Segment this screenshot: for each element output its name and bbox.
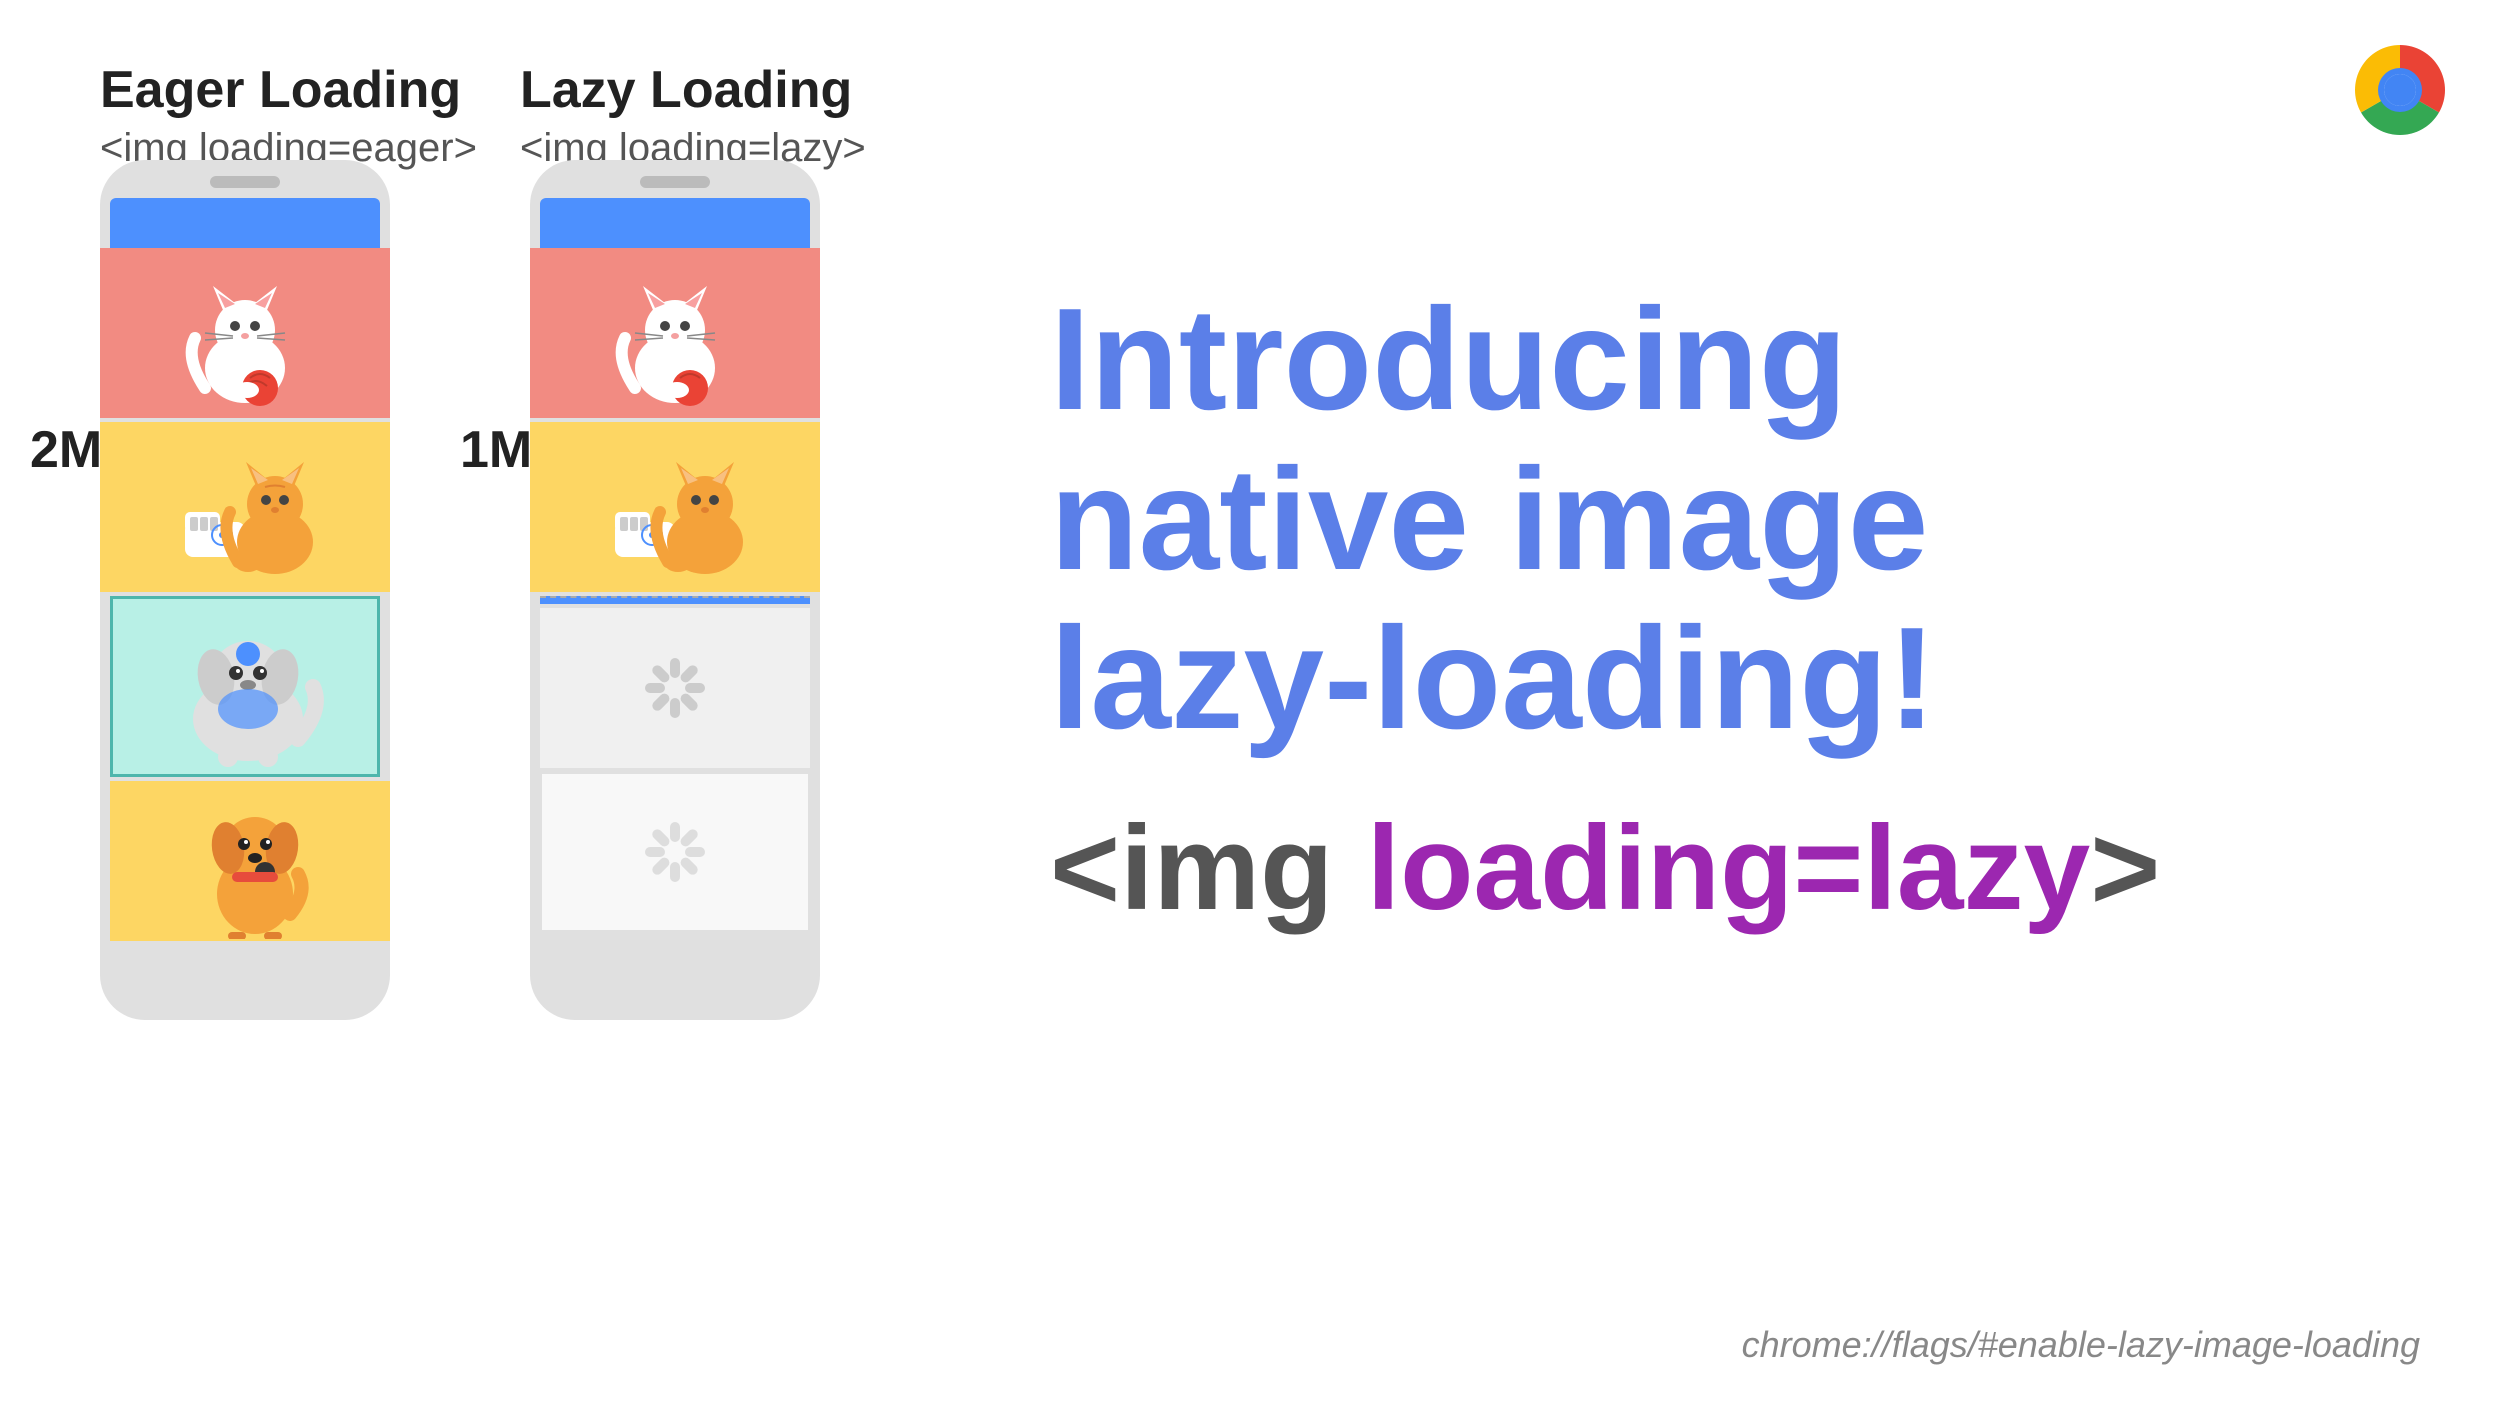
eager-phone (100, 160, 390, 1020)
lazy-card-1 (530, 248, 820, 418)
code-angle-close: > (2090, 801, 2160, 935)
eager-title: Eager Loading (100, 60, 477, 120)
introducing-line3: lazy-loading! (1050, 597, 1936, 759)
eager-card-1 (100, 248, 390, 418)
introducing-section: Introducing native image lazy-loading! <… (1050, 280, 2420, 937)
introducing-line1: Introducing (1050, 278, 1847, 440)
code-img-tag: img (1120, 801, 1367, 935)
introducing-line2: native image (1050, 438, 1928, 600)
lazy-card-2 (530, 422, 820, 592)
introducing-title: Introducing native image lazy-loading! (1050, 280, 2420, 759)
phone-speaker-eager (210, 176, 280, 188)
lazy-phone (530, 160, 820, 1020)
lazy-card-4-spinner (540, 772, 810, 932)
code-loading-attr: loading=lazy (1367, 801, 2091, 935)
code-angle-open: < (1050, 801, 1120, 935)
eager-card-4 (110, 781, 390, 941)
chrome-logo (2340, 30, 2460, 150)
lazy-title: Lazy Loading (520, 60, 866, 120)
footer-url: chrome://flags/#enable-lazy-image-loadin… (1742, 1324, 2420, 1366)
eager-card-3 (110, 596, 380, 777)
eager-card-2 (100, 422, 390, 592)
lazy-card-3-spinner (540, 608, 810, 768)
phone-speaker-lazy (640, 176, 710, 188)
code-snippet: <img loading=lazy> (1050, 799, 2420, 937)
